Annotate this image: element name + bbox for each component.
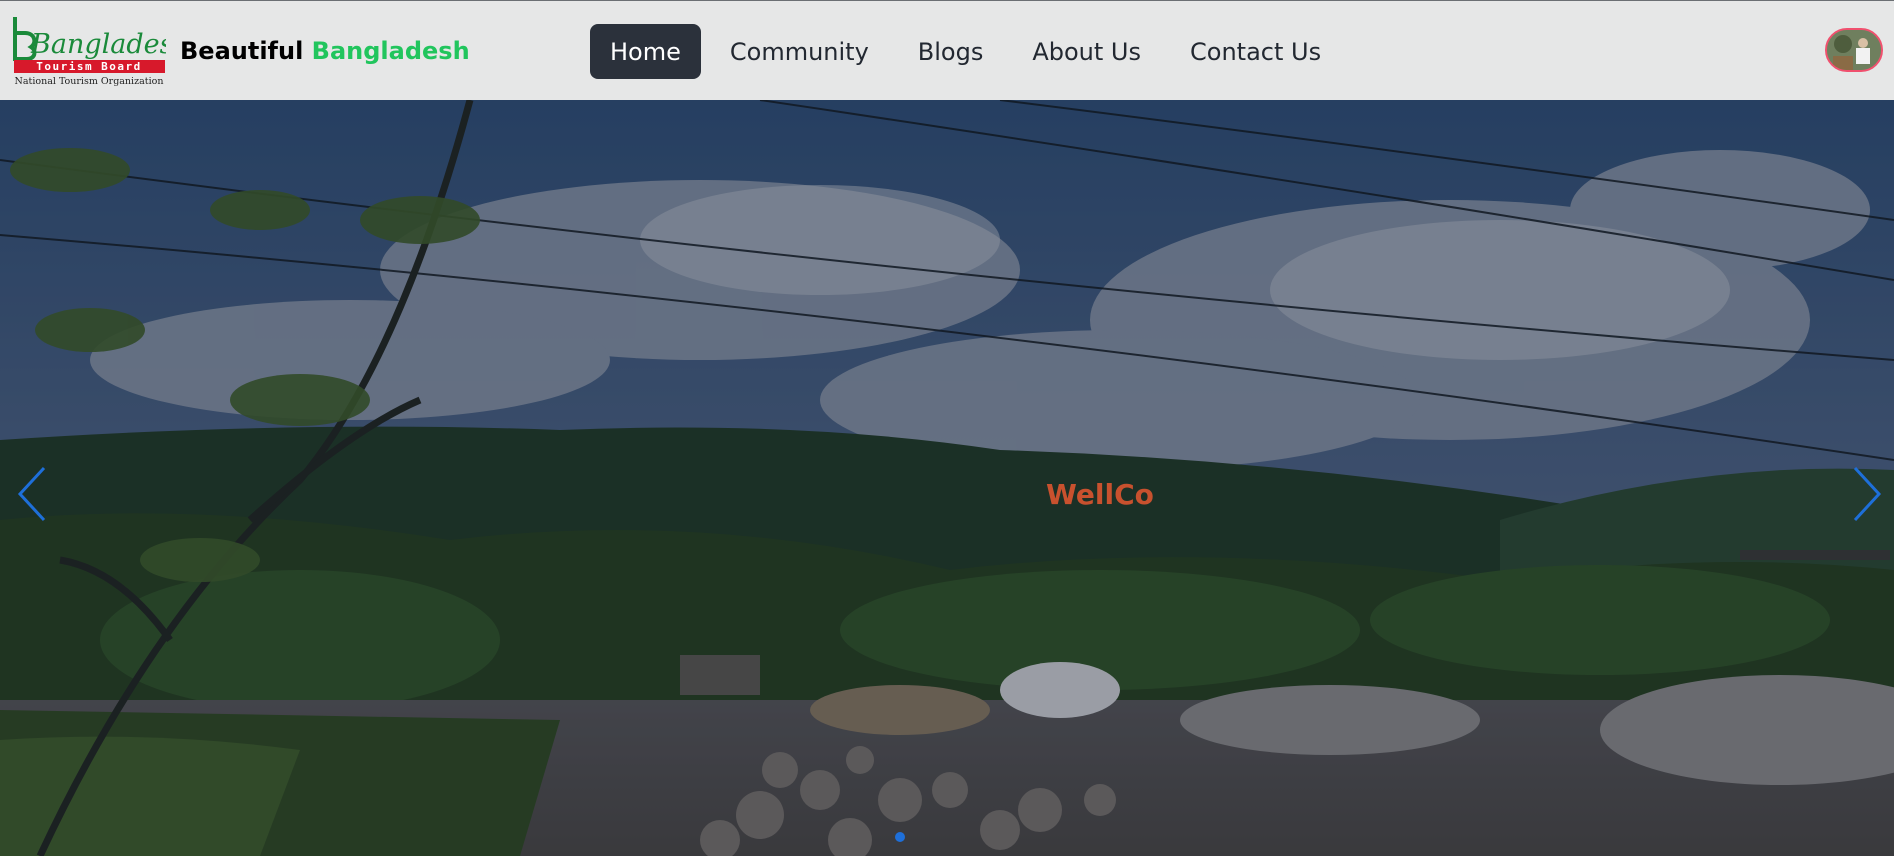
main-nav: Home Community Blogs About Us Contact Us: [590, 24, 1350, 79]
logo-main-text: Bangladesh: [30, 29, 166, 60]
carousel-next-button[interactable]: [1843, 450, 1893, 530]
logo-band-text: Tourism Board: [36, 60, 142, 73]
carousel-pagination: [895, 832, 905, 842]
brand-word-1: Beautiful: [180, 37, 304, 65]
nav-community[interactable]: Community: [710, 24, 889, 79]
chevron-right-icon: [1853, 466, 1882, 522]
hero-dark-overlay: [0, 100, 1894, 856]
user-avatar-icon[interactable]: [1825, 28, 1883, 72]
hero-welcome-text: WellCo: [1046, 478, 1154, 511]
chevron-left-icon: [17, 466, 46, 522]
navbar: Bangladesh Tourism Board National Touris…: [0, 0, 1894, 100]
logo-sub-text: National Tourism Organization: [15, 76, 164, 87]
carousel-dot-1[interactable]: [895, 832, 905, 842]
avatar-photo: [1827, 30, 1881, 70]
nav-about-us[interactable]: About Us: [1012, 24, 1161, 79]
brand-word-2: Bangladesh: [311, 37, 470, 65]
nav-blogs[interactable]: Blogs: [898, 24, 1004, 79]
bangladesh-tourism-logo[interactable]: Bangladesh Tourism Board National Touris…: [13, 15, 191, 87]
hero-carousel: WellCo: [0, 100, 1894, 856]
nav-contact-us[interactable]: Contact Us: [1170, 24, 1341, 79]
site-brand[interactable]: Beautiful Bangladesh: [180, 37, 470, 65]
logo-graphic: Bangladesh Tourism Board National Touris…: [13, 17, 191, 87]
nav-home[interactable]: Home: [590, 24, 701, 79]
carousel-prev-button[interactable]: [6, 450, 56, 530]
